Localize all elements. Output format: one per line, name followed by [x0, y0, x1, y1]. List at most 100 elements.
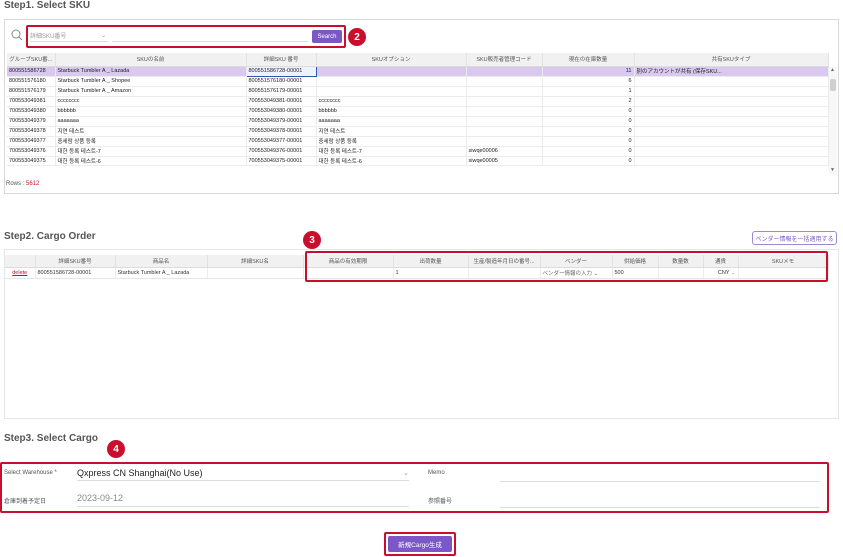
cell: 0	[542, 156, 635, 166]
cell	[466, 86, 543, 97]
warehouse-select[interactable]: Qxpress CN Shanghai(No Use) ⌄	[77, 466, 409, 481]
step2-title: Step2. Cargo Order	[4, 231, 96, 242]
cell	[466, 96, 543, 107]
ref-number-label: 参照番号	[428, 499, 453, 505]
cell	[634, 146, 829, 157]
cell: 700553049376	[7, 146, 56, 157]
col-sku-name[interactable]: SKUの名前	[55, 53, 247, 67]
cell: 800551586728	[7, 66, 56, 77]
col-seller-code[interactable]: SKU販売者管理コード	[466, 53, 543, 67]
cell	[466, 116, 543, 127]
cell	[316, 76, 467, 87]
col-detail-sku[interactable]: 詳細SKU 番号	[246, 53, 317, 67]
cell	[466, 66, 543, 77]
cell: siwqe00005	[466, 156, 543, 166]
table-row[interactable]: 700553049377 중세람 상품 등록 700553049377-0000…	[7, 136, 829, 147]
table-row[interactable]: 700553049380 bbbbbb 700553049380-00001 b…	[7, 106, 829, 117]
cell: 중세람 상품 등록	[55, 136, 247, 147]
cell	[634, 86, 829, 97]
cell: 700553049375-00001	[246, 156, 317, 166]
rows-label: Rows :	[6, 181, 25, 187]
cell: 대한 등록 테스트-7	[316, 146, 467, 157]
cell: 0	[542, 106, 635, 117]
cell	[466, 136, 543, 147]
step1-title: Step1. Select SKU	[4, 0, 91, 11]
cell: bbbbbb	[316, 106, 467, 117]
arrival-date-input[interactable]: 2023-09-12	[77, 493, 409, 507]
warehouse-label: Select Warehouse *	[4, 470, 57, 476]
cell: 800551576180-00001	[246, 76, 317, 87]
table-row[interactable]: 700553049375 대한 등록 테스트-6 700553049375-00…	[7, 156, 829, 166]
chevron-down-icon: ⌄	[403, 470, 409, 477]
ref-number-input[interactable]	[500, 507, 820, 508]
rows-value: 5612	[26, 181, 40, 187]
table-row[interactable]: 800551576180 Starbuck Tumbler A _ Shopee…	[7, 76, 829, 87]
step-badge-3: 3	[303, 231, 321, 249]
table-row[interactable]: 700553049376 대한 등록 테스트-7 700553049376-00…	[7, 146, 829, 157]
cell: bbbbbb	[55, 106, 247, 117]
step3-title: Step3. Select Cargo	[4, 433, 98, 444]
cell: 2	[542, 96, 635, 107]
cell	[634, 136, 829, 147]
cell: 800551576180	[7, 76, 56, 87]
memo-input[interactable]	[500, 481, 820, 482]
table-row[interactable]: 700553049378 지연 테스트 700553049378-00001 지…	[7, 126, 829, 137]
cell-selected[interactable]: 800551586728-00001	[245, 65, 317, 77]
cell: 700553049379-00001	[246, 116, 317, 127]
scroll-thumb[interactable]	[830, 79, 836, 91]
cell: 대한 등록 테스트-7	[55, 146, 247, 157]
cell: 700553049379	[7, 116, 56, 127]
cell	[634, 156, 829, 166]
cell: 700553049380	[7, 106, 56, 117]
col-group-sku[interactable]: グループSKU番...	[7, 53, 56, 67]
cell: aaaaaaa	[316, 116, 467, 127]
cell: Starbuck Tumbler A _ Lazada	[55, 66, 247, 77]
cell: 800551576179-00001	[246, 86, 317, 97]
cell: 중세람 상품 등록	[316, 136, 467, 147]
cell: cccccccc	[55, 96, 247, 107]
highlight-search	[26, 25, 346, 48]
cell: 대한 등록 테스트-6	[55, 156, 247, 166]
create-cargo-button[interactable]: 新規Cargo生成	[388, 536, 452, 552]
cell: 700553049375	[7, 156, 56, 166]
cell	[634, 126, 829, 137]
col-share-type[interactable]: 共有SKUタイプ	[634, 53, 829, 67]
cell	[634, 96, 829, 107]
cell: 700553049378	[7, 126, 56, 137]
cell: 지연 테스트	[55, 126, 247, 137]
cell: 0	[542, 126, 635, 137]
cell: 800551576179	[7, 86, 56, 97]
arrival-date-label: 倉庫到着予定日	[4, 499, 47, 505]
table-row[interactable]: 800551586728 Starbuck Tumbler A _ Lazada…	[7, 65, 829, 77]
col-sku-option[interactable]: SKUオプション	[316, 53, 467, 67]
cell	[634, 106, 829, 117]
sku-table-header: グループSKU番... SKUの名前 詳細SKU 番号 SKUオプション SKU…	[7, 53, 829, 67]
cell: 700553049376-00001	[246, 146, 317, 157]
cell: 6	[542, 76, 635, 87]
cell: 0	[542, 136, 635, 147]
cell: 700553049380-00001	[246, 106, 317, 117]
cell	[634, 116, 829, 127]
cell: 1	[542, 86, 635, 97]
apply-vendor-button[interactable]: ベンダー情報を一括適用する	[752, 231, 837, 245]
cell	[316, 86, 467, 97]
sku-table-scrollbar[interactable]: ▲ ▼	[829, 67, 837, 175]
table-row[interactable]: 800551576179 Starbuck Tumbler A _ Amazon…	[7, 86, 829, 97]
step2-panel	[4, 249, 839, 419]
cell: Starbuck Tumbler A _ Shopee	[55, 76, 247, 87]
cell: 0	[542, 116, 635, 127]
cell: 0	[542, 146, 635, 157]
cell	[466, 106, 543, 117]
cell	[316, 66, 467, 77]
col-stock[interactable]: 現在の在庫数量	[542, 53, 635, 67]
table-row[interactable]: 700553049381 cccccccc 700553049381-00001…	[7, 96, 829, 107]
cell: 700553049377-00001	[246, 136, 317, 147]
warehouse-value: Qxpress CN Shanghai(No Use)	[77, 468, 203, 478]
memo-label: Memo	[428, 470, 445, 476]
scroll-up-icon[interactable]: ▲	[830, 67, 835, 73]
cell: cccccccc	[316, 96, 467, 107]
search-icon[interactable]	[11, 29, 23, 41]
table-row[interactable]: 700553049379 aaaaaaa 700553049379-00001 …	[7, 116, 829, 127]
scroll-down-icon[interactable]: ▼	[830, 167, 835, 173]
step-badge-2: 2	[348, 28, 366, 46]
